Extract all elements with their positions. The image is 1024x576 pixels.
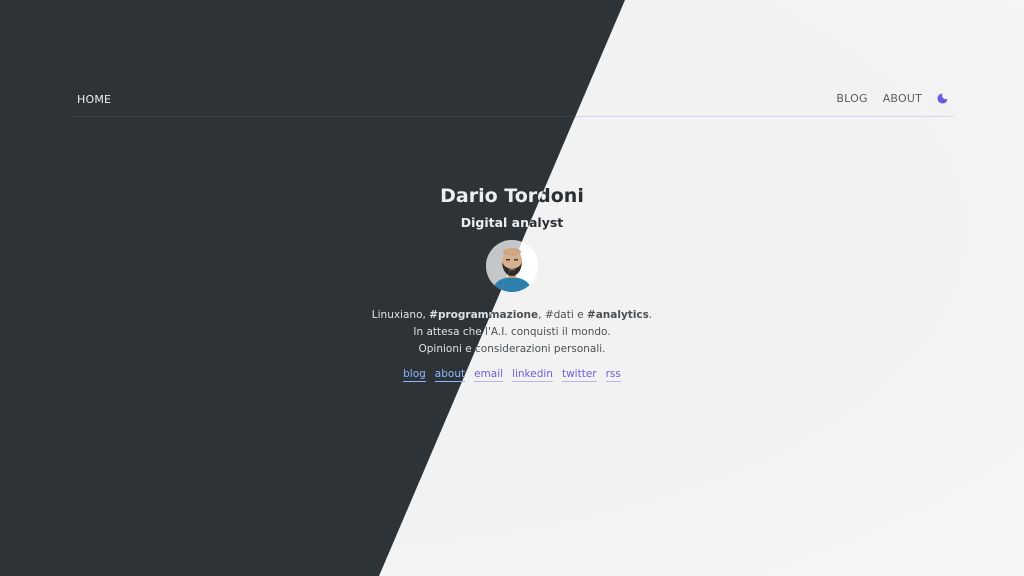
link-linkedin[interactable]: linkedin: [512, 368, 553, 382]
moon-icon[interactable]: [937, 93, 948, 104]
nav-right-group: BLOG ABOUT: [836, 92, 948, 105]
nav-about-link[interactable]: ABOUT: [883, 92, 922, 105]
link-twitter[interactable]: twitter: [561, 368, 597, 382]
page: HOME BLOG ABOUT Dario Tordoni Digital an…: [0, 0, 1024, 576]
nav-home-link-dark[interactable]: HOME: [77, 93, 111, 106]
link-rss[interactable]: rss: [605, 368, 621, 382]
link-email[interactable]: email: [474, 368, 504, 382]
link-blog-dark[interactable]: blog: [403, 368, 426, 382]
hashtag-analytics: #analytics: [586, 309, 649, 321]
nav-blog-link[interactable]: BLOG: [836, 92, 867, 105]
link-about-dark[interactable]: about: [434, 368, 466, 382]
